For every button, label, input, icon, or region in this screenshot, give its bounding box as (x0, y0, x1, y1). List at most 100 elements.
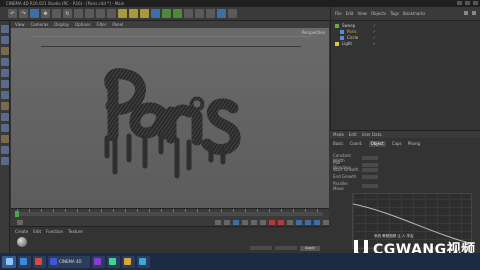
spline-pen-icon[interactable] (162, 9, 171, 18)
end-growth-input[interactable] (362, 174, 378, 179)
y-axis-icon[interactable] (85, 9, 94, 18)
make-editable-icon[interactable] (0, 25, 9, 33)
keyframe-selection-icon[interactable] (287, 219, 293, 225)
perspective-viewport[interactable]: Perspective (11, 28, 329, 208)
om-menu-bookmarks[interactable]: Bookmarks (403, 11, 425, 16)
points-mode-icon[interactable] (0, 69, 9, 77)
visible-check-icon[interactable]: ✓ (373, 41, 376, 47)
taskbar-item[interactable] (92, 255, 105, 268)
z-axis-icon[interactable] (96, 9, 105, 18)
render-settings-icon[interactable] (140, 9, 149, 18)
x-axis-icon[interactable] (74, 9, 83, 18)
light-icon[interactable] (228, 9, 237, 18)
object-row-light[interactable]: Light ✓ (335, 41, 476, 47)
scale-icon[interactable] (52, 9, 61, 18)
autokey-icon[interactable] (278, 219, 284, 225)
record-icon[interactable] (269, 219, 275, 225)
left-toolbar (0, 21, 10, 253)
tab-basic[interactable]: Basic (333, 141, 344, 147)
coord-x-field[interactable] (250, 246, 272, 250)
go-to-start-icon[interactable] (17, 219, 23, 225)
home-icon[interactable] (472, 11, 476, 15)
paris-3d-text[interactable] (11, 28, 329, 208)
material-swatch[interactable] (17, 237, 27, 247)
taskbar-item[interactable] (33, 255, 46, 268)
coord-y-field[interactable] (275, 246, 297, 250)
position-key-icon[interactable] (296, 219, 302, 225)
axis-mode-icon[interactable] (0, 102, 9, 110)
timeline-track[interactable] (17, 212, 323, 216)
taskbar-item-cinema4d[interactable]: CINEMA 4D (48, 255, 90, 268)
model-mode-icon[interactable] (0, 36, 9, 44)
taskbar-item[interactable] (107, 255, 120, 268)
solo-icon[interactable] (0, 157, 9, 165)
start-button[interactable] (2, 255, 16, 268)
material-menu-texture[interactable]: Texture (68, 229, 83, 234)
next-frame-icon[interactable] (242, 219, 248, 225)
edges-mode-icon[interactable] (0, 80, 9, 88)
render-picture-viewer-icon[interactable] (129, 9, 138, 18)
om-menu-edit[interactable]: Edit (346, 11, 354, 16)
om-menu-objects[interactable]: Objects (371, 11, 386, 16)
texture-mode-icon[interactable] (0, 47, 9, 55)
attr-menu-edit[interactable]: Edit (349, 131, 357, 138)
tab-object[interactable]: Object (368, 141, 386, 147)
array-icon[interactable] (184, 9, 193, 18)
attr-menu-mode[interactable]: Mode (333, 131, 344, 138)
previous-frame-icon[interactable] (224, 219, 230, 225)
viewport-menu-panel[interactable]: Panel (112, 21, 123, 28)
cube-icon[interactable] (151, 9, 160, 18)
camera-icon[interactable] (217, 9, 226, 18)
maximize-icon[interactable] (465, 1, 470, 5)
sculpt-icon[interactable] (0, 146, 9, 154)
go-to-end-icon[interactable] (260, 219, 266, 225)
tab-phong[interactable]: Phong (408, 141, 420, 147)
material-menu-edit[interactable]: Edit (33, 229, 41, 234)
snap-icon[interactable] (0, 124, 9, 132)
attr-menu-user-data[interactable]: User Data (362, 131, 382, 138)
polygons-mode-icon[interactable] (0, 91, 9, 99)
previous-key-icon[interactable] (215, 219, 221, 225)
floor-icon[interactable] (206, 9, 215, 18)
minimize-icon[interactable] (457, 1, 462, 5)
redo-icon[interactable]: ↷ (19, 9, 28, 18)
play-icon[interactable] (233, 219, 239, 225)
taskbar-item[interactable] (137, 255, 150, 268)
next-key-icon[interactable] (251, 219, 257, 225)
coordinate-system-icon[interactable] (107, 9, 116, 18)
rotate-icon[interactable]: ↻ (63, 9, 72, 18)
viewport-menu-cameras[interactable]: Cameras (31, 21, 49, 28)
material-menu-function[interactable]: Function (46, 229, 63, 234)
start-growth-input[interactable] (362, 167, 378, 172)
tab-caps[interactable]: Caps (392, 141, 402, 147)
viewport-menu-display[interactable]: Display (54, 21, 69, 28)
tab-coord[interactable]: Coord. (350, 141, 363, 147)
taskbar-item[interactable] (122, 255, 135, 268)
timeline-ruler[interactable] (11, 208, 329, 218)
timeline-playhead[interactable] (15, 211, 19, 217)
subdivision-icon[interactable] (173, 9, 182, 18)
timeline-settings-icon[interactable] (323, 219, 329, 225)
om-menu-view[interactable]: View (357, 11, 367, 16)
workplane-icon[interactable] (0, 58, 9, 66)
om-menu-tags[interactable]: Tags (390, 11, 399, 16)
search-icon[interactable] (464, 11, 468, 15)
viewport-menu-view[interactable]: View (15, 21, 25, 28)
tweak-mode-icon[interactable] (0, 113, 9, 121)
material-menu-create[interactable]: Create (15, 229, 28, 234)
undo-icon[interactable]: ↶ (8, 9, 17, 18)
deformer-icon[interactable] (195, 9, 204, 18)
render-view-icon[interactable] (118, 9, 127, 18)
live-selection-icon[interactable] (30, 9, 39, 18)
viewport-menu-filter[interactable]: Filter (96, 21, 106, 28)
viewport-menu-options[interactable]: Options (75, 21, 90, 28)
om-menu-file[interactable]: File (335, 11, 342, 16)
taskbar-item[interactable] (18, 255, 31, 268)
lock-workplane-icon[interactable] (0, 135, 9, 143)
close-icon[interactable] (473, 1, 478, 5)
rotation-key-icon[interactable] (314, 219, 320, 225)
scale-key-icon[interactable] (305, 219, 311, 225)
apply-button[interactable]: Apply (300, 246, 320, 251)
parallel-move-checkbox[interactable] (362, 184, 378, 188)
move-icon[interactable]: ✥ (41, 9, 50, 18)
